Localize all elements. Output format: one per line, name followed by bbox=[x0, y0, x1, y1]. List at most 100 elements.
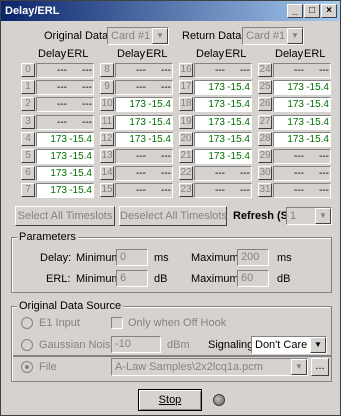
refresh-value: 1 bbox=[290, 210, 297, 222]
timeslot-button[interactable]: 19 bbox=[179, 115, 193, 129]
erl-header: ERL bbox=[225, 48, 247, 60]
timeslot-cell: --- --- bbox=[194, 183, 252, 198]
gaussian-noise-input[interactable]: -10 bbox=[111, 336, 161, 353]
erl-value: -15.4 bbox=[227, 134, 250, 145]
erl-value: -15.4 bbox=[306, 117, 329, 128]
timeslot-button[interactable]: 13 bbox=[100, 149, 114, 163]
only-offhook-checkbox[interactable] bbox=[111, 317, 123, 329]
gaussian-noise-label: Gaussian Noise bbox=[39, 339, 117, 351]
delay-value: 173 bbox=[50, 168, 67, 179]
timeslot-button[interactable]: 5 bbox=[21, 149, 35, 163]
chevron-down-icon[interactable]: ▼ bbox=[315, 208, 331, 224]
timeslot-cell: --- --- bbox=[115, 183, 173, 198]
stop-button[interactable]: Stop bbox=[138, 389, 202, 411]
delay-value: 173 bbox=[50, 134, 67, 145]
erl-value: --- bbox=[319, 168, 329, 179]
gaussian-noise-radio[interactable] bbox=[21, 339, 33, 351]
file-radio[interactable] bbox=[21, 361, 33, 373]
erl-value: --- bbox=[240, 65, 250, 76]
timeslot-cell: 173 -15.4 bbox=[194, 115, 252, 130]
timeslot-button[interactable]: 31 bbox=[258, 183, 272, 197]
deselect-all-timeslots-button[interactable]: Deselect All Timeslots bbox=[119, 206, 227, 226]
timeslot-button[interactable]: 1 bbox=[21, 80, 35, 94]
erl-max-input[interactable]: 60 bbox=[237, 270, 269, 287]
timeslot-cell: --- --- bbox=[36, 97, 94, 112]
timeslot-button[interactable]: 7 bbox=[21, 183, 35, 197]
timeslot-cell: --- --- bbox=[115, 166, 173, 181]
delay-value: 173 bbox=[208, 82, 225, 93]
timeslot-button[interactable]: 0 bbox=[21, 63, 35, 77]
timeslot-button[interactable]: 21 bbox=[179, 149, 193, 163]
delay-min-input[interactable]: 0 bbox=[116, 249, 148, 266]
timeslot-cell: --- --- bbox=[115, 80, 173, 95]
close-button[interactable]: × bbox=[321, 4, 337, 18]
chevron-down-icon[interactable]: ▼ bbox=[152, 28, 168, 44]
minimize-button[interactable]: _ bbox=[287, 4, 303, 18]
delay-value: 173 bbox=[287, 134, 304, 145]
timeslot-button[interactable]: 9 bbox=[100, 80, 114, 94]
signaling-combo[interactable]: Don't Care ▼ bbox=[251, 336, 327, 354]
erl-value: -15.4 bbox=[69, 151, 92, 162]
timeslot-button[interactable]: 24 bbox=[258, 63, 272, 77]
e1-input-radio[interactable] bbox=[21, 317, 33, 329]
erl-value: --- bbox=[82, 99, 92, 110]
timeslot-button[interactable]: 28 bbox=[258, 132, 272, 146]
timeslot-button[interactable]: 14 bbox=[100, 166, 114, 180]
delay-header: Delay bbox=[196, 48, 225, 60]
select-all-timeslots-button[interactable]: Select All Timeslots bbox=[15, 206, 115, 226]
timeslot-button[interactable]: 17 bbox=[179, 80, 193, 94]
timeslot-button[interactable]: 23 bbox=[179, 183, 193, 197]
timeslot-button[interactable]: 2 bbox=[21, 97, 35, 111]
delay-value: --- bbox=[294, 168, 304, 179]
erl-minimum-label: Minimum bbox=[76, 273, 121, 285]
timeslot-button[interactable]: 25 bbox=[258, 80, 272, 94]
timeslot-button[interactable]: 15 bbox=[100, 183, 114, 197]
timeslot-button[interactable]: 29 bbox=[258, 149, 272, 163]
chevron-down-icon[interactable]: ▼ bbox=[287, 28, 303, 44]
timeslot-button[interactable]: 10 bbox=[100, 97, 114, 111]
erl-value: -15.4 bbox=[227, 82, 250, 93]
delay-value: --- bbox=[57, 117, 67, 128]
erl-value: -15.4 bbox=[227, 99, 250, 110]
signaling-label: Signaling bbox=[208, 339, 254, 351]
refresh-combo[interactable]: 1 ▼ bbox=[286, 207, 332, 225]
chevron-down-icon[interactable]: ▼ bbox=[291, 359, 307, 375]
timeslot-button[interactable]: 22 bbox=[179, 166, 193, 180]
delay-maximum-label: Maximum bbox=[191, 252, 239, 264]
stop-button-label: Stop bbox=[158, 394, 182, 406]
erl-value: --- bbox=[161, 65, 171, 76]
timeslot-button[interactable]: 12 bbox=[100, 132, 114, 146]
status-led-icon bbox=[213, 394, 225, 406]
timeslot-button[interactable]: 6 bbox=[21, 166, 35, 180]
browse-button[interactable]: ... bbox=[311, 358, 329, 376]
signaling-value: Don't Care bbox=[255, 339, 308, 351]
timeslot-button[interactable]: 8 bbox=[100, 63, 114, 77]
file-combo[interactable]: A-Law Samples\2x2lcq1a.pcm ▼ bbox=[111, 358, 308, 376]
timeslot-button[interactable]: 30 bbox=[258, 166, 272, 180]
timeslot-button[interactable]: 20 bbox=[179, 132, 193, 146]
timeslot-cell: --- --- bbox=[273, 63, 331, 78]
timeslot-cell: --- --- bbox=[194, 166, 252, 181]
timeslot-button[interactable]: 26 bbox=[258, 97, 272, 111]
erl-value: --- bbox=[240, 185, 250, 196]
timeslot-cell: 173 -15.4 bbox=[115, 115, 173, 130]
erl-value: -15.4 bbox=[306, 134, 329, 145]
timeslot-button[interactable]: 3 bbox=[21, 115, 35, 129]
delay-max-input[interactable]: 200 bbox=[237, 249, 269, 266]
delay-value: 173 bbox=[287, 99, 304, 110]
timeslot-cell: --- --- bbox=[273, 183, 331, 198]
timeslot-cell: 173 -15.4 bbox=[194, 132, 252, 147]
only-offhook-label: Only when Off Hook bbox=[128, 317, 227, 329]
timeslot-button[interactable]: 18 bbox=[179, 97, 193, 111]
timeslot-button[interactable]: 27 bbox=[258, 115, 272, 129]
original-data-combo[interactable]: Card #1 ▼ bbox=[107, 27, 169, 45]
timeslot-cell: 173 -15.4 bbox=[115, 97, 173, 112]
maximize-button[interactable]: □ bbox=[304, 4, 320, 18]
erl-min-input[interactable]: 6 bbox=[116, 270, 148, 287]
return-data-combo[interactable]: Card #1 ▼ bbox=[242, 27, 304, 45]
erl-min-unit: dB bbox=[154, 273, 168, 285]
timeslot-button[interactable]: 16 bbox=[179, 63, 193, 77]
timeslot-button[interactable]: 11 bbox=[100, 115, 114, 129]
chevron-down-icon[interactable]: ▼ bbox=[310, 337, 326, 353]
timeslot-button[interactable]: 4 bbox=[21, 132, 35, 146]
